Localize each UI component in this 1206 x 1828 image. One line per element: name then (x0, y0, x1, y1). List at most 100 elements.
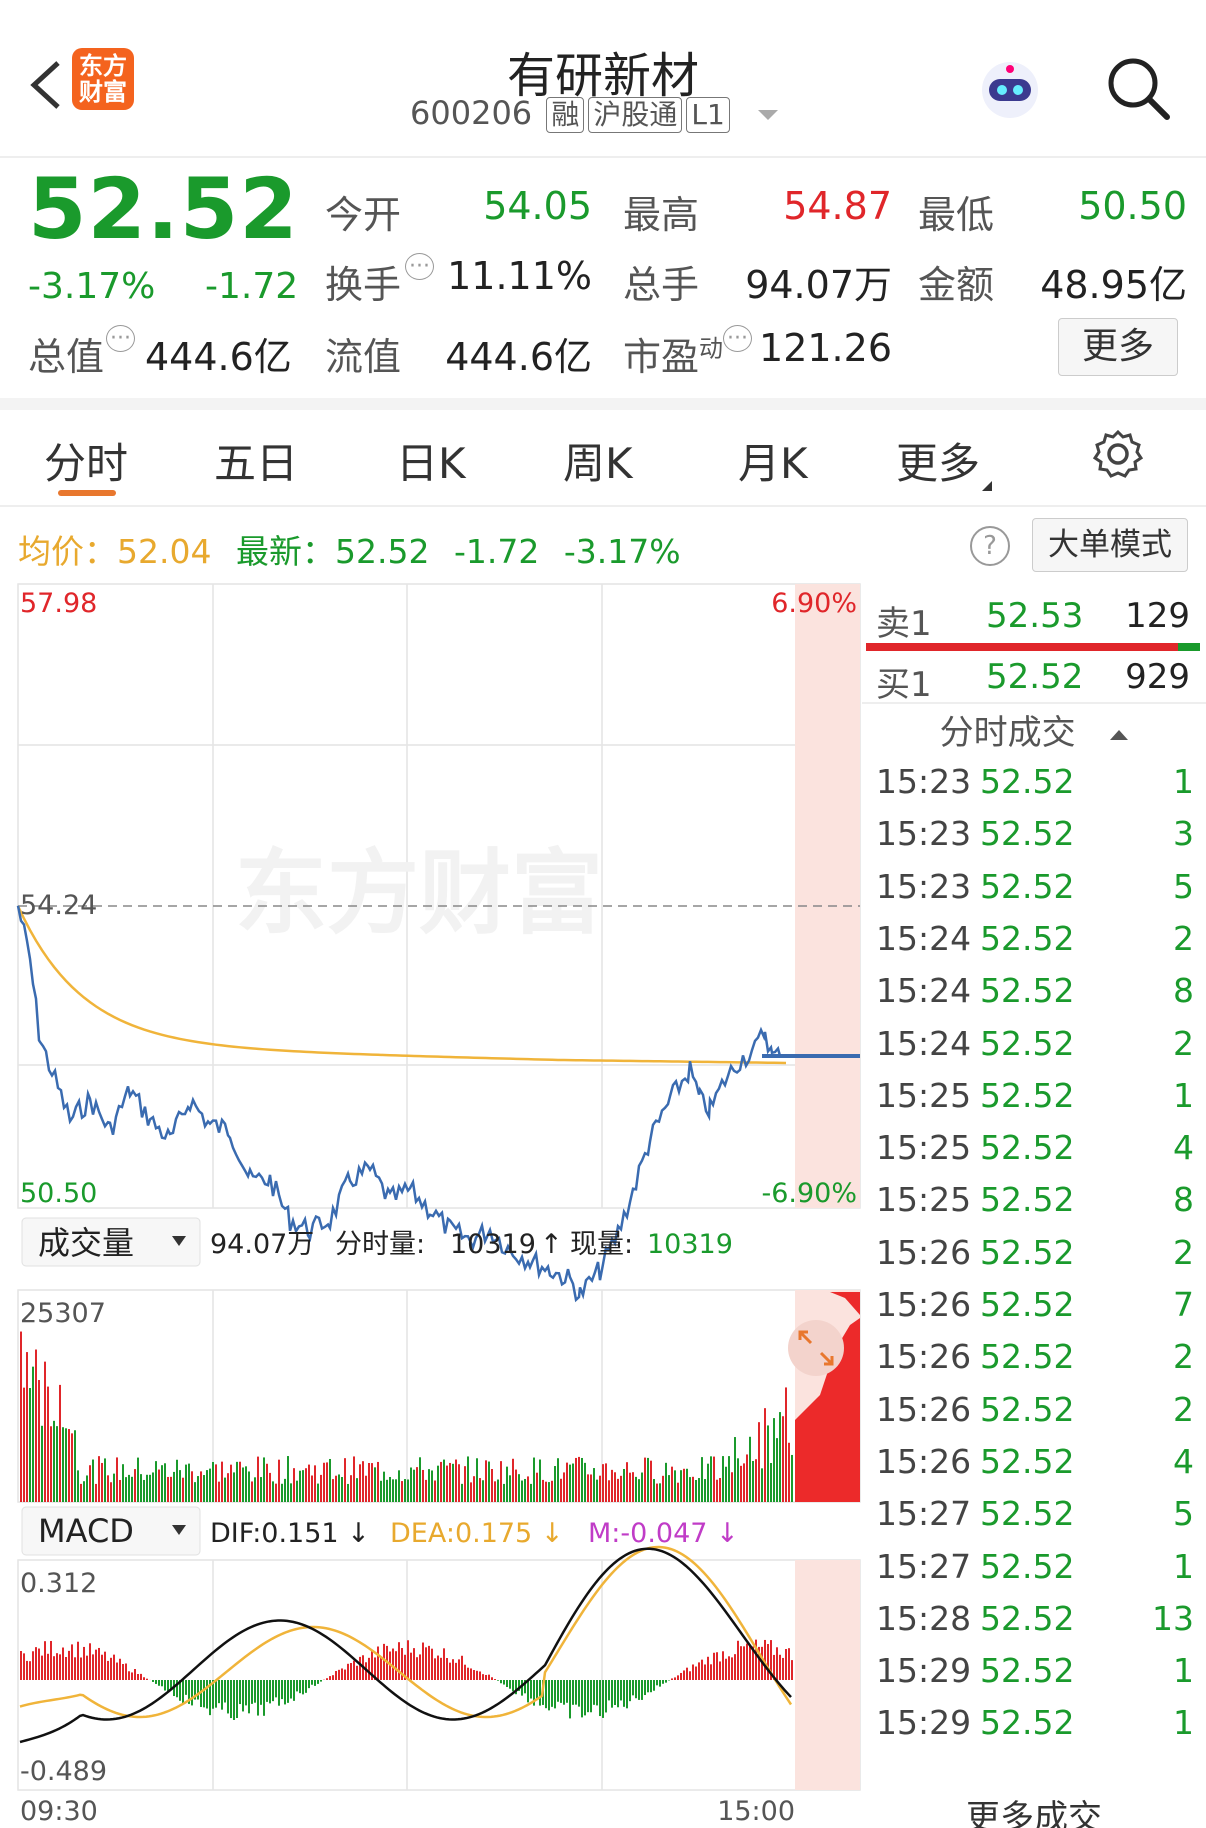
macd-bar (284, 1680, 286, 1705)
macd-bar (254, 1680, 256, 1703)
volume-bar (479, 1478, 481, 1502)
volume-bar (44, 1361, 46, 1502)
macd-bar (344, 1669, 346, 1680)
macd-bar (257, 1680, 259, 1716)
macd-bar (158, 1680, 160, 1686)
tab-daily-k[interactable]: 日K (396, 430, 466, 491)
mktcap-label[interactable]: 总值 ··· (28, 325, 135, 381)
trade-time: 15:29 (876, 1651, 972, 1691)
volume-bar (26, 1352, 28, 1502)
volume-bar (56, 1426, 58, 1502)
more-trades-link[interactable]: 更多成交 (862, 1790, 1206, 1828)
volume-bar (413, 1469, 415, 1502)
tab-weekly-k[interactable]: 周K (563, 430, 633, 491)
tab-five-day[interactable]: 五日 (214, 430, 298, 491)
volume-bar (593, 1468, 595, 1502)
after-hours-band (795, 584, 860, 1208)
trade-time: 15:26 (876, 1389, 972, 1429)
macd-bar (23, 1653, 25, 1680)
chart-settings-button[interactable] (1092, 428, 1144, 480)
price-axis-top: 57.98 (20, 588, 97, 619)
volume-bar (191, 1471, 193, 1502)
sell-1-row[interactable]: 卖1 52.53 129 (862, 590, 1206, 644)
volume-bar (152, 1472, 154, 1502)
volume-bar (464, 1466, 466, 1502)
macd-bar (308, 1680, 310, 1689)
more-quote-button[interactable]: 更多 (1058, 318, 1178, 376)
macd-bar (452, 1659, 454, 1680)
macd-bar (464, 1664, 466, 1680)
search-button[interactable] (1105, 55, 1171, 121)
volume-bar (242, 1467, 244, 1502)
macd-bar (500, 1680, 502, 1684)
price-chart-grid (17, 583, 861, 1791)
volume-bar (218, 1481, 220, 1502)
volume-bar (32, 1366, 34, 1502)
tab-more[interactable]: 更多 (896, 430, 993, 491)
volume-bar (473, 1476, 475, 1502)
volume-bar (281, 1483, 283, 1502)
macd-bar (227, 1680, 229, 1714)
trade-qty: 5 (1173, 1494, 1194, 1534)
big-order-mode-button[interactable]: 大单模式 (1032, 518, 1188, 572)
stock-code-row[interactable]: 600206 融沪股通 L1 (410, 94, 778, 134)
volume-bar (551, 1480, 553, 1502)
volume-bar (584, 1462, 586, 1502)
trades-header[interactable]: 分时成交 (862, 708, 1206, 758)
macd-bar (341, 1668, 343, 1680)
help-icon[interactable]: ? (970, 526, 1010, 566)
macd-bar (602, 1680, 604, 1718)
volume-bar (566, 1462, 568, 1502)
macd-bar (695, 1666, 697, 1680)
macd-bar (47, 1653, 49, 1680)
current-volume-label: 现量: (570, 1229, 633, 1260)
tab-intraday[interactable]: 分时 (44, 430, 128, 491)
trade-qty: 2 (1173, 918, 1194, 958)
volume-bar (305, 1468, 307, 1502)
robot-avatar-icon[interactable] (975, 55, 1045, 125)
macd-bar (560, 1680, 562, 1703)
volume-bar (572, 1463, 574, 1502)
macd-bar (671, 1678, 673, 1680)
trade-row: 15:25 52.52 8 (876, 1180, 1194, 1232)
macd-bar (614, 1680, 616, 1705)
macd-bar (428, 1645, 430, 1680)
volume-bar (374, 1467, 376, 1502)
macd-bar (245, 1680, 247, 1706)
tab-monthly-k[interactable]: 月K (738, 430, 808, 491)
volume-bar (110, 1482, 112, 1502)
time-axis-end: 15:00 (717, 1796, 795, 1827)
volume-bar (608, 1480, 610, 1502)
macd-bar (191, 1680, 193, 1706)
macd-bar (113, 1654, 115, 1680)
volume-bar (200, 1471, 202, 1502)
trade-price: 52.52 (980, 762, 1075, 801)
volume-bar (710, 1456, 712, 1502)
expand-chart-button[interactable] (788, 1320, 844, 1376)
macd-bar (218, 1680, 220, 1704)
turnover-label[interactable]: 换手 ··· (325, 253, 434, 309)
macd-bar (398, 1642, 400, 1680)
intraday-chart[interactable]: 东方财富 57.98 54.24 50.50 6.90% -6.90% 成交量 … (0, 580, 862, 1828)
macd-dif: DIF:0.151 ↓ (210, 1518, 370, 1549)
buy-1-label: 买1 (876, 665, 932, 705)
buy-1-row[interactable]: 买1 52.52 929 (862, 651, 1206, 705)
volume-bar (767, 1425, 769, 1502)
volume-bar (221, 1461, 223, 1502)
volume-bar (545, 1481, 547, 1502)
macd-bar (407, 1640, 409, 1680)
volume-bar (269, 1472, 271, 1502)
bid-ask-ratio-bar (866, 643, 1200, 651)
macd-bar (332, 1675, 334, 1680)
volume-bar (314, 1465, 316, 1502)
macd-selector-label: MACD (38, 1512, 134, 1550)
volume-bar (455, 1459, 457, 1502)
macd-bar (647, 1680, 649, 1693)
volume-bar (155, 1461, 157, 1502)
macd-bar (665, 1680, 667, 1683)
volume-bar (95, 1483, 97, 1502)
macd-bar (380, 1657, 382, 1680)
volume-bar (62, 1427, 64, 1502)
volume-bar (74, 1430, 76, 1502)
pe-label[interactable]: 市盈动 ··· (623, 325, 752, 381)
